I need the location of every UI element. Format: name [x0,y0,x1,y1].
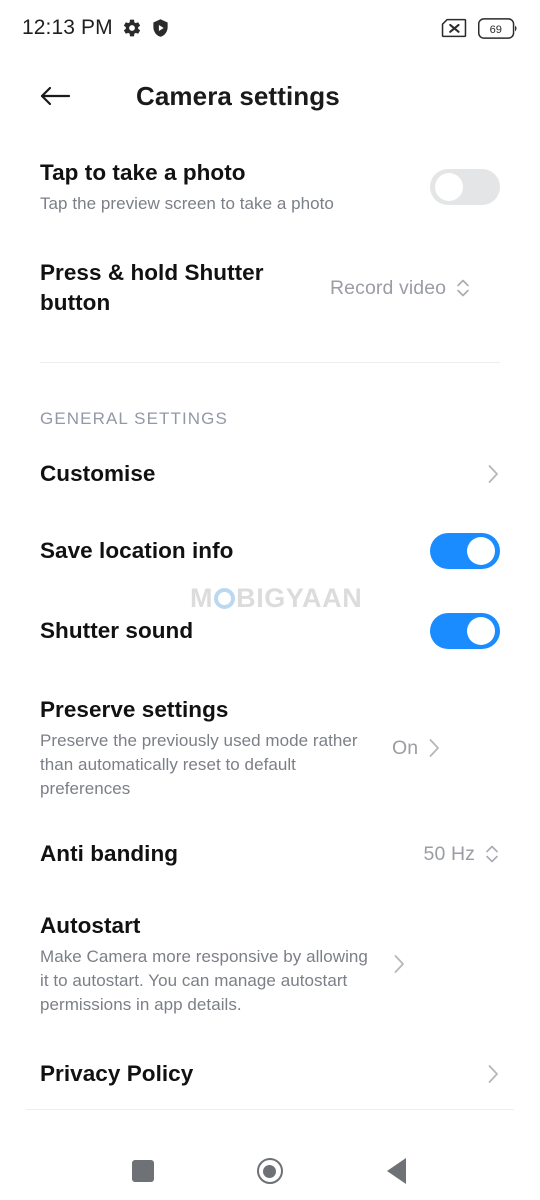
tap-to-take-photo-toggle[interactable] [430,169,500,205]
row-text-block: Preserve settings Preserve the previousl… [40,695,392,801]
toggle-knob [467,537,495,565]
row-control [486,1062,500,1086]
row-control [392,952,406,976]
setting-title: Privacy Policy [40,1061,194,1086]
setting-row-customise[interactable]: Customise [0,429,540,507]
app-bar: Camera settings [0,56,540,136]
status-bar-left: 12:13 PM [22,16,170,40]
chevron-right-icon [392,952,406,976]
square-icon [132,1160,155,1182]
shield-play-icon [151,18,170,38]
chevron-right-icon [486,462,500,486]
setting-title: Customise [40,461,156,486]
setting-title: Tap to take a photo [40,160,246,185]
row-control [486,462,500,486]
setting-title: Preserve settings [40,697,229,722]
bottom-divider [26,1109,514,1110]
setting-row-preserve-settings[interactable]: Preserve settings Preserve the previousl… [0,667,540,815]
recents-button[interactable] [115,1148,171,1194]
camera-settings-screen: 12:13 PM 69 Camera settings Tap to take … [0,0,540,1200]
setting-title: Press & hold Shutter button [40,260,264,315]
row-control[interactable]: 50 Hz [424,842,500,866]
setting-value: Record video [330,276,447,299]
row-text-block: Tap to take a photo Tap the preview scre… [40,158,430,216]
battery-icon: 69 [478,17,518,39]
row-control [430,613,500,649]
page-title: Camera settings [136,80,340,111]
settings-list: Tap to take a photo Tap the preview scre… [0,136,540,1110]
setting-row-shutter-sound[interactable]: Shutter sound [0,587,540,667]
setting-row-privacy-policy[interactable]: Privacy Policy [0,1033,540,1109]
home-button[interactable] [242,1148,298,1194]
setting-row-save-location-info[interactable]: Save location info [0,507,540,587]
shutter-sound-toggle[interactable] [430,613,500,649]
row-text-block: Autostart Make Camera more responsive by… [40,911,392,1017]
status-bar-right: 69 [441,17,518,39]
toggle-knob [435,173,463,201]
arrow-left-icon [39,84,71,108]
status-time: 12:13 PM [22,16,113,39]
row-text-block: Press & hold Shutter button [40,258,330,318]
sim-off-icon [441,18,467,38]
back-button[interactable] [24,65,86,127]
setting-row-autostart[interactable]: Autostart Make Camera more responsive by… [0,887,540,1033]
row-text-block: Shutter sound [40,616,430,646]
back-button-nav[interactable] [369,1148,425,1194]
setting-row-tap-to-take-photo[interactable]: Tap to take a photo Tap the preview scre… [0,136,540,236]
triangle-left-icon [387,1158,407,1184]
chevron-updown-icon [484,842,500,866]
navigation-bar [0,1142,540,1200]
row-control[interactable]: Record video [330,276,471,300]
gear-icon [122,18,142,38]
row-text-block: Anti banding [40,839,424,869]
section-header-general-settings: GENERAL SETTINGS [40,409,228,428]
setting-value: On [392,736,419,759]
battery-level-text: 69 [490,23,502,35]
setting-row-press-hold-shutter[interactable]: Press & hold Shutter button Record video [0,236,540,340]
setting-title: Autostart [40,913,141,938]
circle-icon [256,1158,283,1184]
setting-subtitle: Preserve the previously used mode rather… [40,731,358,798]
setting-subtitle: Tap the preview screen to take a photo [40,194,334,213]
chevron-right-icon [486,1062,500,1086]
row-control: On [392,736,441,760]
row-control [430,533,500,569]
setting-value: 50 Hz [423,842,475,865]
chevron-right-icon [427,736,441,760]
chevron-updown-icon [455,276,471,300]
setting-row-anti-banding[interactable]: Anti banding 50 Hz [0,815,540,887]
setting-subtitle: Make Camera more responsive by allowing … [40,947,368,1014]
row-text-block: Save location info [40,536,430,566]
setting-title: Shutter sound [40,618,194,643]
save-location-info-toggle[interactable] [430,533,500,569]
row-control [430,169,500,205]
row-text-block: Customise [40,459,486,489]
setting-title: Save location info [40,538,234,563]
setting-title: Anti banding [40,841,179,866]
toggle-knob [467,617,495,645]
status-bar: 12:13 PM 69 [0,0,540,56]
row-text-block: Privacy Policy [40,1059,486,1089]
